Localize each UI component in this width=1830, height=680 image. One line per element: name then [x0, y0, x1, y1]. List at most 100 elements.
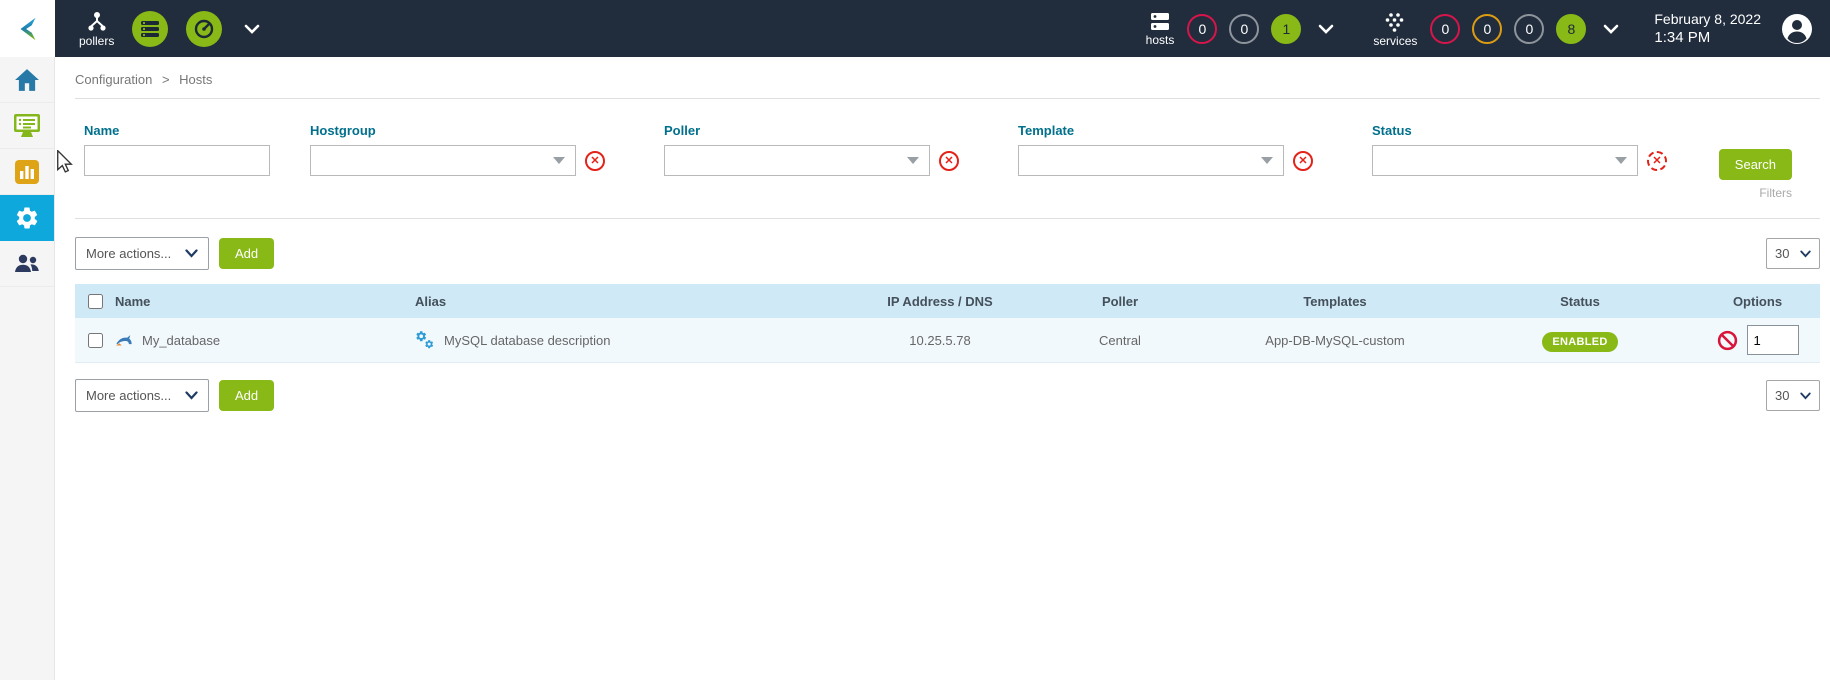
users-icon: [13, 252, 41, 276]
host-ip: 10.25.5.78: [845, 333, 1035, 348]
hosts-expand-chevron[interactable]: [1314, 24, 1338, 34]
services-label: services: [1373, 35, 1417, 47]
select-all-checkbox[interactable]: [88, 294, 103, 309]
col-header-poller[interactable]: Poller: [1035, 294, 1205, 309]
filter-label-hostgroup: Hostgroup: [310, 123, 605, 138]
gauge-icon: [193, 18, 215, 40]
filter-field-template: Template ✕: [1018, 123, 1313, 176]
home-icon: [14, 68, 40, 92]
services-menu[interactable]: services: [1373, 11, 1417, 47]
gear-icon: [14, 205, 40, 231]
main-content: Configuration > Hosts Name Hostgroup ✕ P…: [55, 57, 1830, 680]
services-icon: [1383, 11, 1407, 33]
page-size-value: 30: [1775, 246, 1789, 261]
services-critical-counter[interactable]: 0: [1430, 14, 1460, 44]
chevron-down-icon: [1318, 24, 1334, 34]
pollers-expand-chevron[interactable]: [240, 24, 264, 34]
col-header-status[interactable]: Status: [1465, 294, 1695, 309]
status-badge[interactable]: ENABLED: [1542, 332, 1617, 352]
current-date: February 8, 2022: [1654, 11, 1761, 27]
breadcrumb-hosts[interactable]: Hosts: [179, 72, 212, 87]
host-name[interactable]: My_database: [142, 333, 220, 348]
template-clear-icon[interactable]: ✕: [1293, 151, 1313, 171]
poller-clear-icon[interactable]: ✕: [939, 151, 959, 171]
pollers-icon: [85, 11, 109, 33]
dropdown-arrow-icon: [907, 157, 919, 164]
hosts-down-counter[interactable]: 0: [1187, 14, 1217, 44]
sidebar-item-administration[interactable]: [0, 241, 54, 287]
centreon-logo-icon: [13, 14, 43, 44]
more-actions-select-top[interactable]: More actions...: [75, 237, 209, 270]
sidebar: [0, 57, 55, 680]
topbar: pollers: [0, 0, 1830, 57]
centreon-logo[interactable]: [0, 0, 55, 57]
poller-gauge-button[interactable]: [186, 11, 222, 47]
services-expand-chevron[interactable]: [1599, 24, 1623, 34]
reporting-icon: [14, 159, 40, 185]
disable-host-icon[interactable]: [1717, 330, 1738, 351]
breadcrumb: Configuration > Hosts: [75, 57, 1820, 87]
chevron-down-icon: [185, 249, 198, 258]
hostgroup-clear-icon[interactable]: ✕: [585, 151, 605, 171]
filter-label-name: Name: [84, 123, 270, 138]
filter-field-poller: Poller ✕: [664, 123, 959, 176]
row-checkbox[interactable]: [88, 333, 103, 348]
status-filter-select[interactable]: [1372, 145, 1638, 176]
hosts-unreachable-counter[interactable]: 0: [1229, 14, 1259, 44]
dropdown-arrow-icon: [1615, 157, 1627, 164]
bottom-actions-row: More actions... Add 30: [75, 379, 1820, 412]
filter-label-template: Template: [1018, 123, 1313, 138]
search-button[interactable]: Search: [1719, 149, 1792, 180]
sidebar-item-reporting[interactable]: [0, 149, 54, 195]
services-ok-counter[interactable]: 8: [1556, 14, 1586, 44]
hosts-menu[interactable]: hosts: [1146, 11, 1175, 46]
pollers-menu[interactable]: pollers: [79, 11, 114, 47]
breadcrumb-separator: >: [162, 72, 170, 87]
status-clear-icon[interactable]: ✕: [1647, 151, 1667, 171]
poller-list-button[interactable]: [132, 11, 168, 47]
page-size-value: 30: [1775, 388, 1789, 403]
page-size-select-top[interactable]: 30: [1766, 238, 1820, 269]
add-button-bottom[interactable]: Add: [219, 380, 274, 411]
chevron-down-icon: [1800, 392, 1811, 400]
poller-filter-select[interactable]: [664, 145, 930, 176]
sidebar-item-configuration[interactable]: [0, 195, 54, 241]
order-input[interactable]: [1747, 325, 1799, 355]
col-header-templates[interactable]: Templates: [1205, 294, 1465, 309]
sidebar-item-home[interactable]: [0, 57, 54, 103]
server-list-icon: [140, 20, 160, 38]
chevron-down-icon: [244, 24, 260, 34]
table-row: My_database MySQL database description 1…: [75, 318, 1820, 363]
hosts-up-counter[interactable]: 1: [1271, 14, 1301, 44]
chevron-down-icon: [185, 391, 198, 400]
add-button-top[interactable]: Add: [219, 238, 274, 269]
col-header-alias[interactable]: Alias: [415, 294, 845, 309]
name-filter-input[interactable]: [84, 145, 270, 176]
pollers-label: pollers: [79, 35, 114, 47]
more-actions-select-bottom[interactable]: More actions...: [75, 379, 209, 412]
col-header-name[interactable]: Name: [115, 294, 415, 309]
col-header-ip[interactable]: IP Address / DNS: [845, 294, 1035, 309]
more-actions-label: More actions...: [86, 388, 171, 403]
page-size-select-bottom[interactable]: 30: [1766, 380, 1820, 411]
services-warning-counter[interactable]: 0: [1472, 14, 1502, 44]
col-header-options[interactable]: Options: [1695, 294, 1820, 309]
filter-panel: Name Hostgroup ✕ Poller ✕ Template ✕: [75, 98, 1820, 219]
filter-label-status: Status: [1372, 123, 1667, 138]
filter-field-name: Name: [84, 123, 270, 176]
user-menu-button[interactable]: [1780, 12, 1814, 46]
filter-field-status: Status ✕: [1372, 123, 1667, 176]
hostgroup-filter-select[interactable]: [310, 145, 576, 176]
hosts-icon: [1148, 11, 1172, 32]
services-gears-icon[interactable]: [415, 330, 435, 350]
host-templates: App-DB-MySQL-custom: [1205, 333, 1465, 348]
template-filter-select[interactable]: [1018, 145, 1284, 176]
dropdown-arrow-icon: [553, 157, 565, 164]
dropdown-arrow-icon: [1261, 157, 1273, 164]
host-alias: MySQL database description: [444, 333, 610, 348]
breadcrumb-configuration[interactable]: Configuration: [75, 72, 152, 87]
services-unknown-counter[interactable]: 0: [1514, 14, 1544, 44]
clock: February 8, 2022 1:34 PM: [1654, 11, 1761, 46]
filters-caption: Filters: [1759, 186, 1792, 200]
sidebar-item-monitoring[interactable]: [0, 103, 54, 149]
